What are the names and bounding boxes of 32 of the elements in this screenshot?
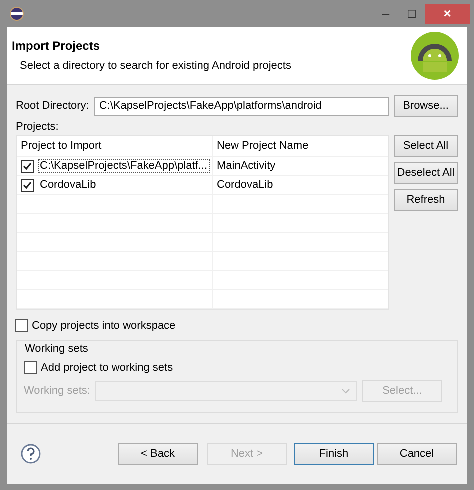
column-header[interactable]: Project to Import [17, 136, 213, 156]
close-button[interactable]: × [425, 4, 470, 24]
checkbox[interactable] [21, 160, 34, 172]
checkbox[interactable] [15, 319, 28, 332]
checkbox-label: Copy projects into workspace [32, 320, 176, 332]
group-title: Working sets [25, 343, 90, 355]
project-path[interactable]: C:\KapselProjects\FakeApp\platf... [38, 159, 210, 173]
working-sets-label: Working sets: [24, 385, 90, 397]
table-cell-text: CordovaLib [216, 178, 274, 193]
checkbox[interactable] [21, 178, 34, 192]
dialog-button[interactable]: Finish [294, 443, 374, 465]
side-button[interactable]: Refresh [394, 189, 458, 211]
dialog-button[interactable]: < Back [118, 443, 198, 465]
checkbox-label: Add project to working sets [41, 362, 174, 374]
dialog-title: Import Projects [12, 39, 102, 53]
root-directory-label: Root Directory: [16, 100, 90, 112]
table-cell-text: MainActivity [216, 159, 277, 174]
app-icon [10, 6, 24, 20]
help-icon[interactable] [21, 444, 41, 464]
side-button[interactable]: Deselect All [394, 162, 458, 184]
dialog-description: Select a directory to search for existing Android projects [20, 60, 292, 72]
minimize-button[interactable]: – [373, 4, 399, 24]
chevron-down-icon [342, 388, 350, 394]
projects-label: Projects: [16, 121, 60, 133]
side-button[interactable]: Select All [394, 135, 458, 157]
root-directory-field[interactable]: C:\KapselProjects\FakeApp\platforms\android [94, 96, 389, 116]
android-robot-icon [410, 30, 460, 80]
column-header[interactable]: New Project Name [213, 136, 388, 156]
dialog-button[interactable]: Cancel [377, 443, 457, 465]
browse-button[interactable]: Browse... [394, 95, 458, 117]
project-path[interactable]: CordovaLib [38, 178, 98, 192]
maximize-button[interactable]: □ [399, 4, 425, 24]
